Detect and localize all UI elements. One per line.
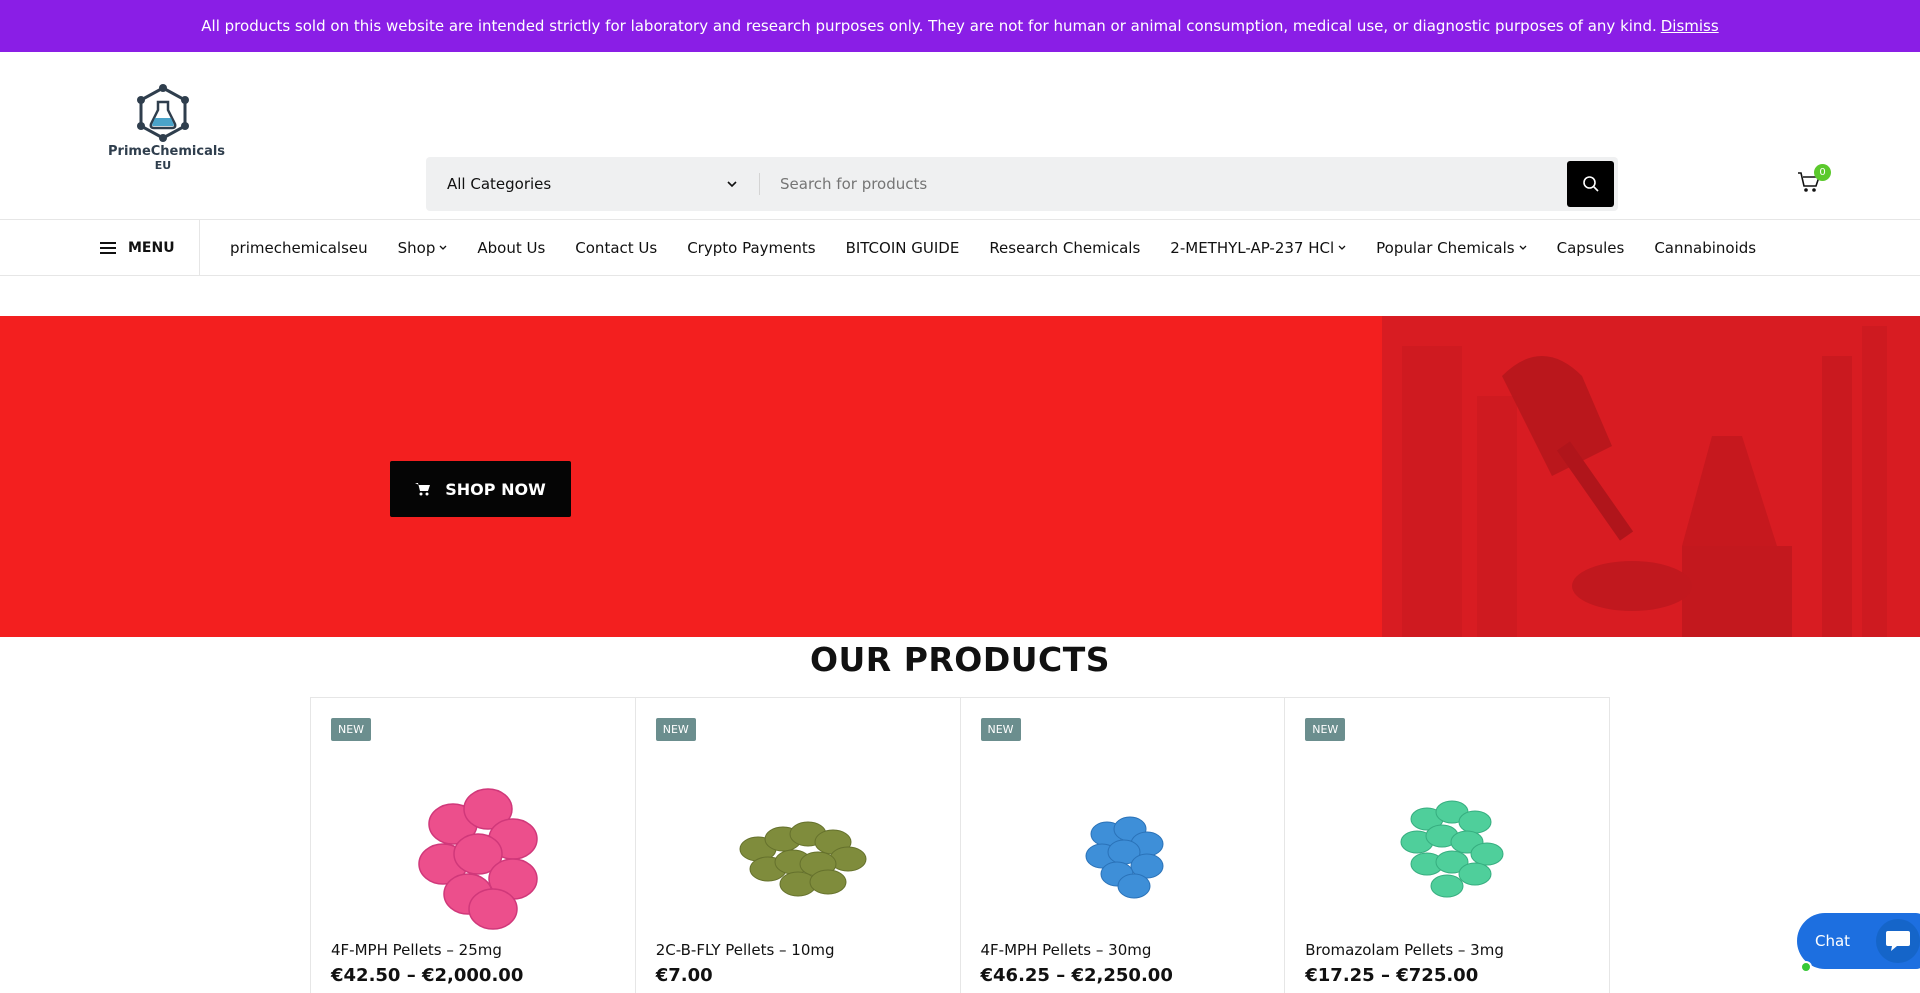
chat-widget-button[interactable]: Chat — [1797, 913, 1920, 973]
nav-item-label: About Us — [477, 238, 546, 257]
hamburger-icon — [100, 241, 116, 254]
nav-item-label: Research Chemicals — [989, 238, 1141, 257]
hero-lab-image — [1382, 316, 1920, 637]
chevron-down-icon — [1519, 245, 1527, 250]
product-name[interactable]: Bromazolam Pellets – 3mg — [1305, 941, 1504, 959]
nav-item-about-us[interactable]: About Us — [477, 239, 545, 257]
logo-name: PrimeChemicals — [108, 144, 226, 159]
nav-item-bitcoin-guide[interactable]: BITCOIN GUIDE — [846, 239, 960, 257]
nav-item-crypto-payments[interactable]: Crypto Payments — [687, 239, 815, 257]
notice-text: All products sold on this website are in… — [201, 17, 1657, 35]
chevron-down-icon — [439, 245, 447, 250]
category-select-value: All Categories — [447, 175, 552, 193]
nav-item-label: 2-METHYL-AP-237 HCl — [1170, 238, 1335, 257]
logo-subtitle: EU — [154, 159, 172, 172]
product-card[interactable]: NEW Bromazolam Pellets – 3mg €17.25 – €7… — [1285, 698, 1609, 993]
chevron-down-icon — [727, 180, 737, 187]
nav-item-label: primechemicalseu — [230, 238, 368, 257]
hero-banner: SHOP NOW — [0, 316, 1920, 637]
product-card[interactable]: NEW 2C-B-FLY Pellets – 10mg €7.00 — [636, 698, 961, 993]
chevron-down-icon — [1338, 245, 1346, 250]
nav-item-home[interactable]: primechemicalseu — [230, 239, 368, 257]
cart-button[interactable]: 0 — [1797, 164, 1831, 200]
search-icon — [1582, 176, 1599, 192]
nav-item-label: Capsules — [1556, 238, 1625, 257]
lab-scene-illustration — [1382, 316, 1920, 637]
product-price: €42.50 – €2,000.00 — [331, 965, 524, 986]
product-card[interactable]: NEW 4F-MPH Pellets – 30mg €46.25 – €2,25… — [961, 698, 1286, 993]
dismiss-link[interactable]: Dismiss — [1661, 17, 1719, 35]
product-price: €7.00 — [655, 965, 713, 986]
nav-item-label: Contact Us — [575, 238, 658, 257]
nav-item-2-methyl-ap-237[interactable]: 2-METHYL-AP-237 HCl — [1170, 239, 1346, 257]
nav-item-capsules[interactable]: Capsules — [1557, 239, 1625, 257]
product-image[interactable] — [1022, 764, 1222, 934]
nav-item-contact-us[interactable]: Contact Us — [575, 239, 657, 257]
nav-item-popular-chemicals[interactable]: Popular Chemicals — [1376, 238, 1527, 257]
menu-toggle-button[interactable]: MENU — [0, 219, 200, 276]
product-price: €17.25 – €725.00 — [1305, 965, 1479, 986]
chat-bubble-icon — [1876, 919, 1920, 963]
search-input[interactable] — [760, 157, 1567, 211]
nav-item-shop[interactable]: Shop — [398, 239, 448, 257]
nav-item-label: BITCOIN GUIDE — [845, 238, 960, 257]
our-products-heading: OUR PRODUCTS — [809, 640, 1111, 679]
cart-icon — [415, 483, 431, 496]
shop-now-label: SHOP NOW — [445, 479, 546, 499]
product-image[interactable] — [1347, 764, 1547, 934]
new-badge: NEW — [655, 718, 696, 741]
product-price: €46.25 – €2,250.00 — [980, 965, 1173, 986]
nav-item-research-chemicals[interactable]: Research Chemicals — [989, 239, 1140, 257]
product-name[interactable]: 4F-MPH Pellets – 25mg — [331, 941, 502, 959]
product-search-bar: All Categories — [426, 157, 1618, 211]
site-header: PrimeChemicals EU All Categories 0 — [0, 52, 1920, 220]
product-card[interactable]: NEW 4F-MPH Pellets – 25mg €42.50 – €2,00… — [311, 698, 636, 993]
nav-item-label: Cannabinoids — [1654, 238, 1757, 257]
product-image[interactable] — [698, 764, 898, 934]
new-badge: NEW — [1305, 718, 1346, 741]
product-grid: NEW 4F-MPH Pellets – 25mg €42.50 – €2,00… — [310, 697, 1610, 993]
main-navigation: MENU primechemicalseu Shop About Us Cont… — [0, 219, 1920, 276]
shop-now-button[interactable]: SHOP NOW — [390, 461, 571, 517]
new-badge: NEW — [980, 718, 1021, 741]
research-notice-bar: All products sold on this website are in… — [0, 0, 1920, 52]
chat-label: Chat — [1815, 932, 1851, 950]
nav-item-cannabinoids[interactable]: Cannabinoids — [1654, 239, 1756, 257]
nav-item-label: Crypto Payments — [687, 238, 816, 257]
cart-count-badge: 0 — [1814, 164, 1831, 181]
menu-label: MENU — [128, 239, 175, 256]
new-badge: NEW — [331, 718, 372, 741]
search-button[interactable] — [1567, 161, 1614, 207]
product-name[interactable]: 2C-B-FLY Pellets – 10mg — [656, 941, 835, 959]
nav-item-label: Shop — [397, 238, 436, 257]
flask-molecule-icon — [137, 84, 189, 142]
product-image[interactable] — [373, 764, 573, 934]
product-name[interactable]: 4F-MPH Pellets – 30mg — [981, 941, 1152, 959]
nav-items: primechemicalseu Shop About Us Contact U… — [200, 239, 1756, 257]
nav-item-label: Popular Chemicals — [1376, 238, 1515, 257]
category-select[interactable]: All Categories — [426, 173, 760, 195]
online-status-dot — [1800, 961, 1812, 973]
site-logo[interactable]: PrimeChemicals EU — [108, 84, 226, 194]
